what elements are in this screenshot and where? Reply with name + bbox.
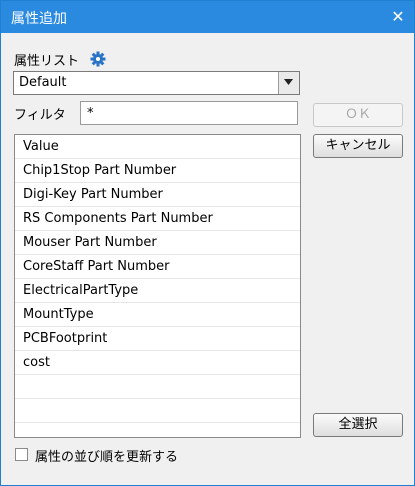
list-item[interactable] bbox=[15, 375, 300, 399]
attribute-list-value: Default bbox=[19, 75, 67, 90]
list-item[interactable]: PCBFootprint bbox=[15, 327, 300, 351]
filter-input[interactable] bbox=[80, 101, 298, 125]
attribute-list-label: 属性リスト bbox=[14, 54, 80, 69]
update-order-label[interactable]: 属性の並び順を更新する bbox=[35, 446, 178, 465]
cancel-button[interactable]: キャンセル bbox=[313, 134, 403, 158]
list-item[interactable]: MountType bbox=[15, 303, 300, 327]
chevron-down-icon bbox=[284, 79, 293, 85]
list-item[interactable]: Mouser Part Number bbox=[15, 231, 300, 255]
list-item[interactable]: Digi-Key Part Number bbox=[15, 183, 300, 207]
list-item[interactable]: Chip1Stop Part Number bbox=[15, 159, 300, 183]
gear-icon[interactable] bbox=[90, 51, 106, 67]
filter-label: フィルタ bbox=[14, 108, 66, 123]
select-all-button[interactable]: 全選択 bbox=[313, 413, 403, 437]
attribute-list-select[interactable]: Default bbox=[13, 71, 300, 95]
dialog-title: 属性追加 bbox=[11, 11, 67, 27]
dropdown-button[interactable] bbox=[278, 72, 299, 94]
list-item[interactable] bbox=[15, 423, 300, 437]
list-item[interactable]: cost bbox=[15, 351, 300, 375]
list-item[interactable] bbox=[15, 399, 300, 423]
list-item[interactable]: Value bbox=[15, 135, 300, 159]
update-order-checkbox[interactable] bbox=[15, 448, 28, 461]
list-item[interactable]: CoreStaff Part Number bbox=[15, 255, 300, 279]
ok-button[interactable]: ＯＫ bbox=[313, 103, 403, 127]
close-icon[interactable]: ✕ bbox=[382, 1, 414, 33]
attribute-listbox[interactable]: Value Chip1Stop Part Number Digi-Key Par… bbox=[14, 134, 301, 438]
title-bar: 属性追加 ✕ bbox=[1, 1, 414, 33]
list-item[interactable]: RS Components Part Number bbox=[15, 207, 300, 231]
dialog-window: 属性追加 ✕ 属性リスト Default フィルタ ＯＫ キャンセル Value bbox=[0, 0, 415, 486]
list-item[interactable]: ElectricalPartType bbox=[15, 279, 300, 303]
